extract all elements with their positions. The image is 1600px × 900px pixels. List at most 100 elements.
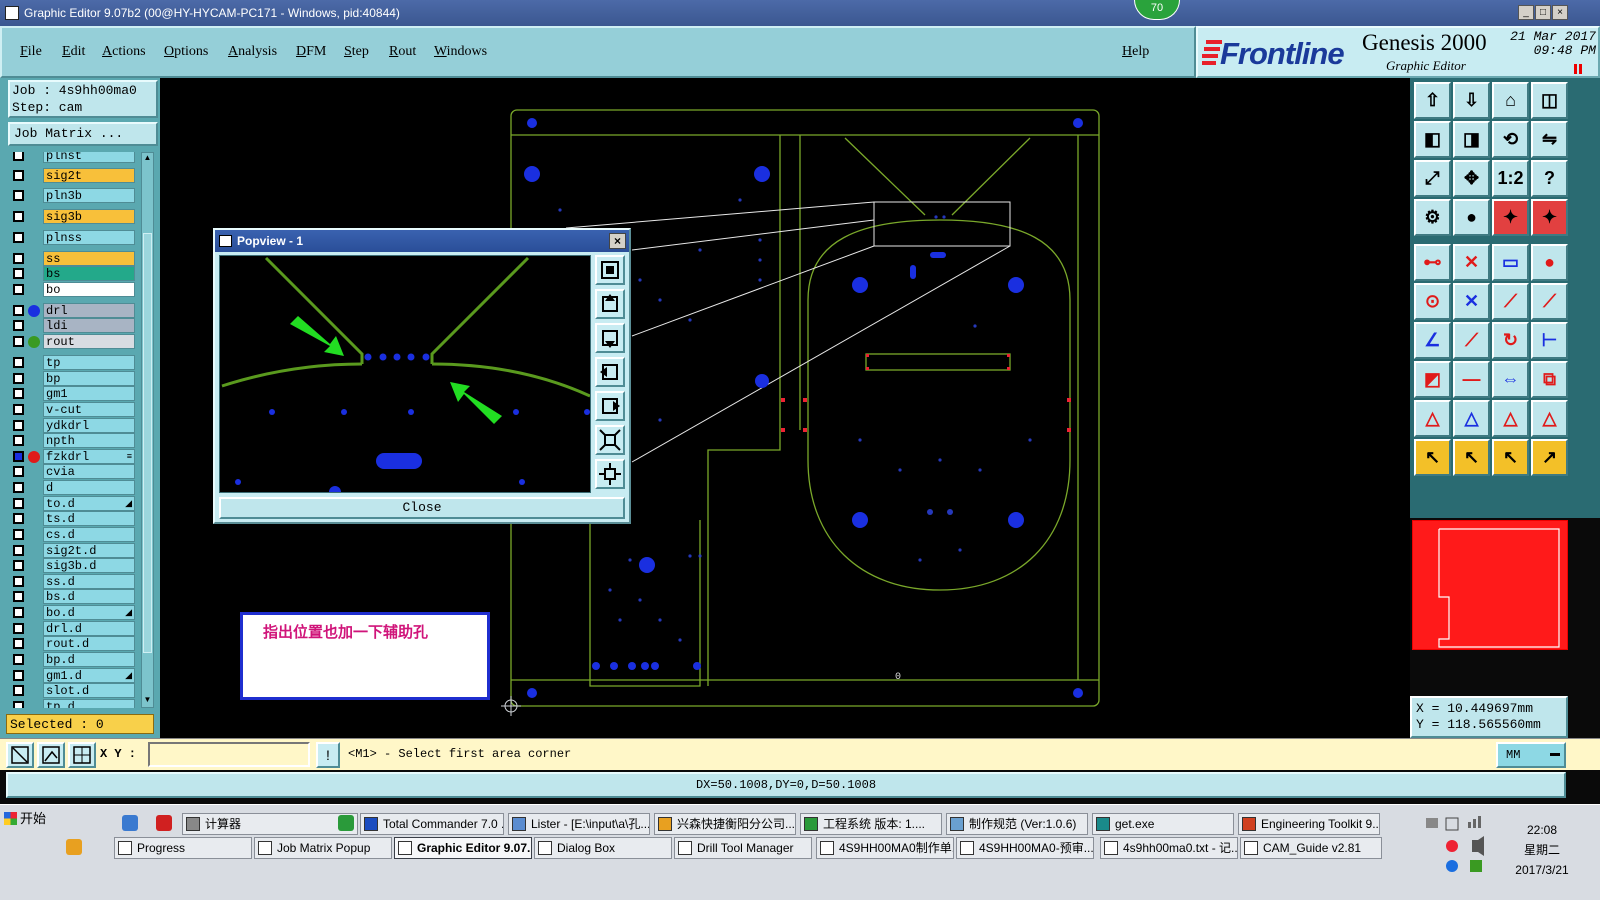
layer-row[interactable]: plnst xyxy=(8,152,140,163)
layer-name[interactable]: bo.d xyxy=(43,605,135,620)
tool-highlight-red-button[interactable]: ✦ xyxy=(1492,199,1529,236)
layer-name[interactable]: plnst xyxy=(43,152,135,163)
popview-window[interactable]: Popview - 1 × Close xyxy=(213,228,631,524)
quick-launch-icon[interactable] xyxy=(156,815,172,831)
taskbar-item[interactable]: Engineering Toolkit 9.... xyxy=(1238,813,1380,835)
menu-options[interactable]: Options xyxy=(164,44,208,60)
tool-move-to-bottom-button[interactable]: ⇩ xyxy=(1453,82,1490,119)
taskbar-item[interactable]: 4S9HH00MA0制作单... xyxy=(816,837,954,859)
layer-checkbox[interactable] xyxy=(13,170,24,181)
xy-input[interactable] xyxy=(148,742,310,767)
layer-row[interactable]: tp.d xyxy=(8,699,140,708)
layer-checkbox[interactable] xyxy=(13,701,24,708)
tool-triangle-b-button[interactable]: △ xyxy=(1453,400,1490,437)
layer-checkbox[interactable] xyxy=(13,211,24,222)
layer-name[interactable]: rout.d xyxy=(43,636,135,651)
pause-icon[interactable] xyxy=(1574,64,1584,74)
layer-checkbox[interactable] xyxy=(13,305,24,316)
layer-checkbox[interactable] xyxy=(13,591,24,602)
taskbar-item[interactable]: 工程系统 版本: 1.... xyxy=(800,813,942,835)
layer-row[interactable]: drl.d xyxy=(8,621,140,636)
layer-checkbox[interactable] xyxy=(13,253,24,264)
popview-canvas[interactable] xyxy=(219,255,591,498)
layer-row[interactable]: sig2t.d xyxy=(8,543,140,558)
layer-row[interactable]: slot.d xyxy=(8,683,140,698)
snap-mode-button[interactable] xyxy=(6,742,34,768)
maximize-icon[interactable]: □ xyxy=(1535,5,1551,20)
tool-pointer-arrow-button[interactable]: ↖ xyxy=(1414,439,1451,476)
tool-triangle-c-button[interactable]: △ xyxy=(1492,400,1529,437)
layer-row[interactable]: v-cut xyxy=(8,402,140,417)
taskbar-item[interactable]: 4s9hh00ma0.txt - 记... xyxy=(1100,837,1238,859)
layer-row[interactable]: ldi xyxy=(8,318,140,333)
menu-help[interactable]: Help xyxy=(1122,44,1149,60)
tool-line-red-button[interactable]: ⟋ xyxy=(1492,283,1529,320)
taskbar-item[interactable]: Drill Tool Manager xyxy=(674,837,812,859)
start-button[interactable]: 开始 xyxy=(2,808,60,830)
tool-measure-pad-button[interactable]: ● xyxy=(1453,199,1490,236)
tool-zoom-fit-button[interactable]: ◫ xyxy=(1531,82,1568,119)
layer-name[interactable]: ts.d xyxy=(43,511,135,526)
layer-scrollbar[interactable]: ▲ ▼ xyxy=(141,152,154,708)
popview-titlebar[interactable]: Popview - 1 xyxy=(215,230,629,252)
layer-row[interactable]: bs xyxy=(8,266,140,281)
tool-pan-right-button[interactable]: ◨ xyxy=(1453,121,1490,158)
popview-close-button[interactable]: Close xyxy=(219,497,625,519)
menu-windows[interactable]: Windows xyxy=(434,44,487,60)
layer-name[interactable]: drl xyxy=(43,303,135,318)
tool-help-button[interactable]: ? xyxy=(1531,160,1568,197)
layer-name[interactable]: tp.d xyxy=(43,699,135,708)
quick-launch-icon[interactable] xyxy=(122,815,138,831)
layer-row[interactable]: ss xyxy=(8,251,140,266)
taskbar-item[interactable]: Total Commander 7.0 ... xyxy=(360,813,504,835)
layer-checkbox[interactable] xyxy=(13,623,24,634)
taskbar-item[interactable]: 4S9HH00MA0-预审... xyxy=(956,837,1094,859)
tool-symmetry-button[interactable]: ⊢ xyxy=(1531,322,1568,359)
layer-row[interactable]: bp xyxy=(8,371,140,386)
layer-checkbox[interactable] xyxy=(13,268,24,279)
menu-edit[interactable]: Edit xyxy=(62,44,85,60)
layer-name[interactable]: sig3b.d xyxy=(43,558,135,573)
layer-name[interactable]: tp xyxy=(43,355,135,370)
scroll-up-icon[interactable]: ▲ xyxy=(142,153,153,165)
layer-checkbox[interactable] xyxy=(13,190,24,201)
menu-file[interactable]: File xyxy=(20,44,42,60)
layer-name[interactable]: cvia xyxy=(43,464,135,479)
layer-name[interactable]: ss.d xyxy=(43,574,135,589)
tool-add-pad-button[interactable]: ⊙ xyxy=(1414,283,1451,320)
layer-checkbox[interactable] xyxy=(13,320,24,331)
unit-select[interactable]: MM xyxy=(1496,742,1566,768)
layer-name[interactable]: drl.d xyxy=(43,621,135,636)
taskbar-item[interactable]: Lister - [E:\input\a\孔... xyxy=(508,813,650,835)
tool-connect-button[interactable]: ✕ xyxy=(1453,244,1490,281)
layer-checkbox[interactable] xyxy=(13,466,24,477)
tool-snap-red-button[interactable]: ◩ xyxy=(1414,361,1451,398)
layer-name[interactable]: npth xyxy=(43,433,135,448)
layer-checkbox[interactable] xyxy=(13,357,24,368)
layer-row[interactable]: bo xyxy=(8,282,140,297)
scroll-thumb[interactable] xyxy=(143,233,152,653)
layer-name[interactable]: sig3b xyxy=(43,209,135,224)
layer-checkbox[interactable] xyxy=(13,336,24,347)
tool-triangle-a-button[interactable]: △ xyxy=(1414,400,1451,437)
quick-launch-icon[interactable] xyxy=(66,839,82,855)
tool-cross-button[interactable]: ✕ xyxy=(1453,283,1490,320)
layer-name[interactable]: ydkdrl xyxy=(43,418,135,433)
layer-row[interactable]: bp.d xyxy=(8,652,140,667)
layer-checkbox[interactable] xyxy=(13,388,24,399)
minimap[interactable] xyxy=(1412,520,1568,650)
menu-analysis[interactable]: Analysis xyxy=(228,44,277,60)
layer-row[interactable]: pln3b xyxy=(8,188,140,203)
layer-name[interactable]: ss xyxy=(43,251,135,266)
layer-checkbox[interactable] xyxy=(13,685,24,696)
layer-checkbox[interactable] xyxy=(13,545,24,556)
tool-ruler-button[interactable]: ▭ xyxy=(1492,244,1529,281)
warning-button[interactable]: ! xyxy=(316,742,340,768)
tool-minus-button[interactable]: ― xyxy=(1453,361,1490,398)
layer-row[interactable]: d xyxy=(8,480,140,495)
layer-checkbox[interactable] xyxy=(13,284,24,295)
layer-checkbox[interactable] xyxy=(13,404,24,415)
layer-checkbox[interactable] xyxy=(13,654,24,665)
popview-pan-up-button[interactable] xyxy=(595,289,625,319)
tool-fit-arrows-button[interactable]: ⇔ xyxy=(1492,361,1529,398)
